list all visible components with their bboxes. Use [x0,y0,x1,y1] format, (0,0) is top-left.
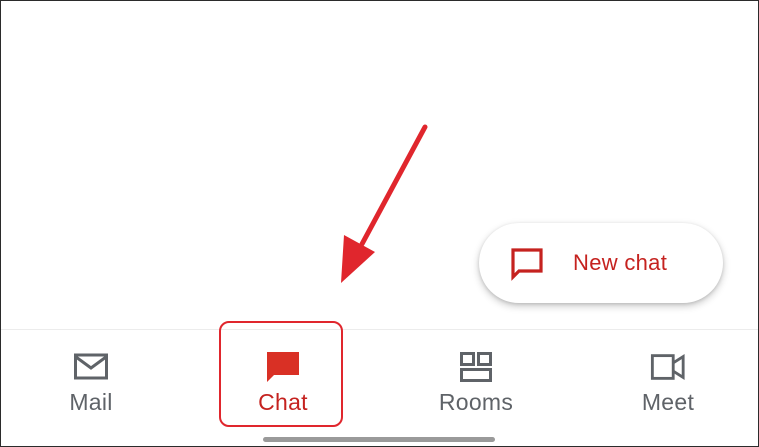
nav-item-chat[interactable]: Chat [213,330,353,446]
new-chat-label: New chat [573,250,668,275]
new-chat-button[interactable]: New chat [479,223,723,303]
rooms-icon [458,350,494,384]
app-frame: New chat Mail Chat Rooms Meet [0,0,759,447]
nav-item-rooms[interactable]: Rooms [406,330,546,446]
meet-icon [650,350,686,384]
chat-outline-icon [511,248,543,281]
bottom-navigation: Mail Chat Rooms Meet [1,329,758,446]
home-indicator[interactable] [263,437,495,442]
nav-label-meet: Meet [641,389,695,415]
nav-item-meet[interactable]: Meet [598,330,738,446]
nav-label-rooms: Rooms [438,389,514,415]
nav-item-mail[interactable]: Mail [21,330,161,446]
chat-icon [265,350,301,384]
nav-label-chat: Chat [258,389,308,415]
mail-icon [73,350,109,384]
nav-label-mail: Mail [69,389,113,415]
